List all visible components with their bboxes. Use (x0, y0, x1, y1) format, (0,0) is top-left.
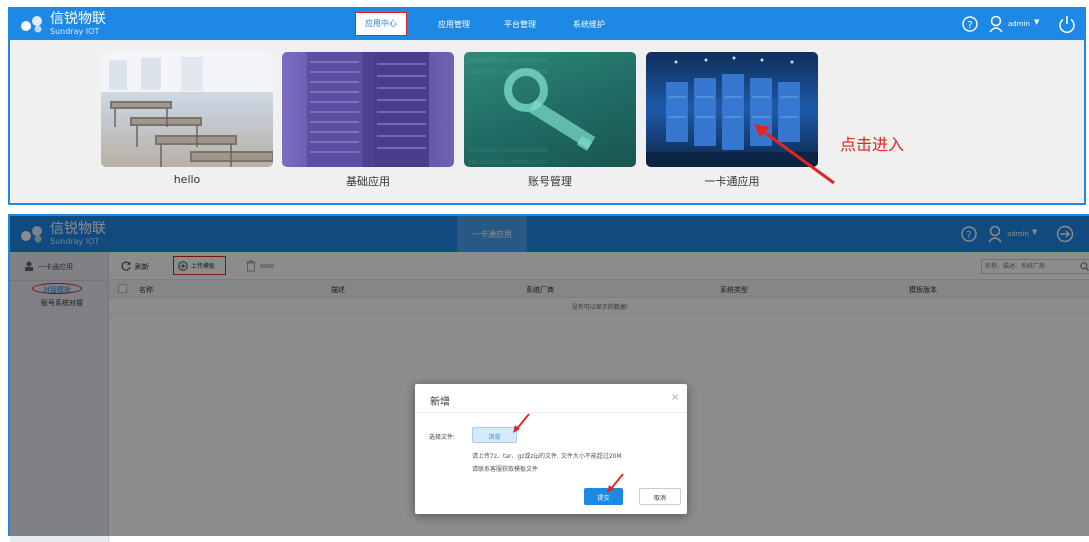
svg-text:0101100101011010010110: 0101100101011010010110 (468, 57, 548, 64)
nav-tab-app-management[interactable]: 应用管理 (438, 20, 470, 30)
tile-label-basic: 基础应用 (346, 175, 390, 188)
nav-label: 应用中心 (365, 19, 397, 28)
app-tile-basic[interactable] (282, 52, 454, 167)
logo-icon (21, 16, 42, 33)
top-nav-bar: 信锐物联 Sundray IOT 应用中心 应用管理 平台管理 系统维护 ? a… (10, 9, 1084, 40)
nav-tab-system-maintenance[interactable]: 系统维护 (573, 20, 605, 30)
tile-label-account: 账号管理 (528, 175, 572, 188)
submit-label: 提交 (597, 495, 610, 502)
nav-tab-app-center[interactable]: 应用中心 (355, 12, 407, 36)
upload-hint: 请上传7z、tar、gz或zip的文件, 文件大小不能超过20M (472, 453, 622, 460)
nav-tab-platform-management[interactable]: 平台管理 (504, 20, 536, 30)
classroom-image (101, 52, 273, 167)
help-icon[interactable]: ? (962, 16, 978, 32)
app-tile-hello[interactable] (101, 52, 273, 167)
svg-text:?: ? (967, 20, 972, 31)
logo-name: 信锐物联 (50, 11, 106, 27)
dialog-title: 新增 (430, 397, 450, 408)
divider (415, 412, 687, 413)
close-icon[interactable]: × (671, 392, 679, 403)
svg-text:0110100101100101011010: 0110100101100101011010 (468, 147, 548, 154)
red-arrow-icon (754, 124, 835, 185)
app-tile-account[interactable]: 0101100101011010010110 110010101100101011… (464, 52, 636, 167)
chevron-down-icon[interactable]: ▼ (1034, 18, 1039, 26)
user-name[interactable]: admin (1008, 20, 1030, 28)
browse-label: 浏览 (488, 434, 501, 441)
cancel-label: 取消 (653, 495, 666, 502)
cancel-button[interactable]: 取消 (639, 488, 681, 505)
red-arrow-icon (513, 413, 530, 433)
red-arrow-icon (607, 473, 624, 493)
file-field-label: 选择文件: (429, 434, 456, 441)
digital-key-image: 0101100101011010010110110010101100101011… (468, 57, 596, 166)
tile-label-hello: hello (173, 173, 201, 186)
contact-hint: 请联系客服获取模板文件 (472, 466, 539, 473)
add-dialog: 新增 × 选择文件: 浏览 请上传7z、tar、gz或zip的文件, 文件大小不… (415, 384, 687, 514)
app-center-screenshot: 信锐物联 Sundray IOT 应用中心 应用管理 平台管理 系统维护 ? a… (8, 7, 1086, 205)
logo-subtitle: Sundray IOT (50, 27, 100, 36)
user-icon[interactable] (989, 15, 1003, 33)
onecard-app-screenshot: 信锐物联 Sundray IOT 一卡通应用 ? admin ▼ 一卡通应用 对… (8, 214, 1089, 542)
svg-text:1011001010110100101101: 1011001010110100101101 (468, 159, 548, 166)
annotation-text: 点击进入 (840, 135, 905, 154)
power-icon[interactable] (1058, 15, 1076, 33)
server-rack-image (307, 52, 429, 167)
